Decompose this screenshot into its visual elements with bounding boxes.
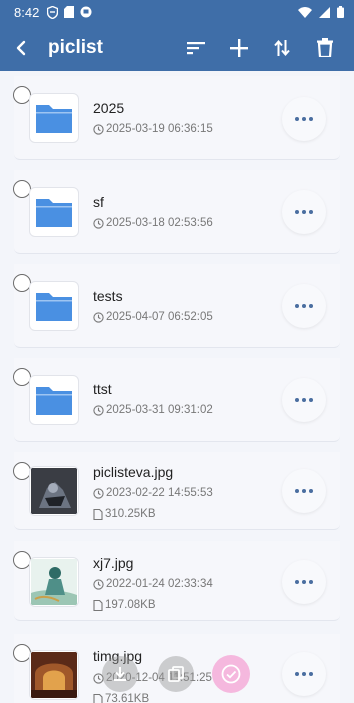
- signal-icon: [319, 6, 330, 18]
- more-options-button[interactable]: [282, 190, 326, 234]
- sort-button[interactable]: [174, 24, 217, 71]
- robot-image: [31, 468, 77, 514]
- file-size: 73.61KB: [93, 693, 149, 703]
- app-bar: piclist: [0, 24, 354, 71]
- folder-icon: [36, 105, 72, 133]
- file-size-text: 197.08KB: [105, 599, 156, 611]
- folder-thumbnail: [29, 281, 79, 331]
- file-date-text: 2023-02-22 14:55:53: [106, 487, 213, 499]
- download-icon: [114, 667, 126, 681]
- folder-icon: [36, 387, 72, 415]
- file-size: 197.08KB: [93, 599, 156, 611]
- image-thumbnail: [29, 650, 79, 700]
- copy-fab[interactable]: [158, 656, 194, 692]
- arch-image: [31, 652, 77, 698]
- clock-icon: [93, 123, 104, 135]
- status-time: 8:42: [14, 4, 40, 20]
- file-date-text: 2025-03-19 06:36:15: [106, 123, 213, 135]
- file-date: 2025-03-31 09:31:02: [93, 404, 213, 416]
- file-icon: [93, 599, 103, 611]
- clock-icon: [93, 217, 104, 229]
- trash-icon: [316, 38, 333, 57]
- more-options-button[interactable]: [282, 284, 326, 328]
- swap-order-button[interactable]: [260, 24, 303, 71]
- vpn-shield-icon: [47, 5, 59, 19]
- list-item[interactable]: xj7.jpg 2022-01-24 02:33:34 197.08KB: [13, 541, 340, 621]
- folder-thumbnail: [29, 187, 79, 237]
- anime-image: [31, 559, 77, 605]
- more-dots-icon: [295, 398, 299, 402]
- file-name: piclisteva.jpg: [93, 464, 174, 480]
- file-date-text: 2025-04-07 06:52:05: [106, 311, 213, 323]
- folder-icon: [36, 293, 72, 321]
- swap-vert-icon: [273, 39, 290, 56]
- file-size: 310.25KB: [93, 508, 156, 520]
- file-date: 2022-01-24 02:33:34: [93, 578, 213, 590]
- file-icon: [93, 508, 103, 520]
- file-date: 2025-03-19 06:36:15: [93, 123, 213, 135]
- list-item[interactable]: sf 2025-03-18 02:53:56: [13, 170, 340, 254]
- page-title: piclist: [48, 36, 103, 58]
- clock-icon: [93, 578, 104, 590]
- clock-icon: [93, 487, 104, 499]
- select-all-fab[interactable]: [212, 655, 250, 693]
- sort-icon: [186, 41, 205, 54]
- file-date-text: 2025-03-18 02:53:56: [106, 217, 213, 229]
- file-icon: [93, 693, 103, 703]
- battery-icon: [337, 6, 344, 18]
- image-thumbnail: [29, 557, 79, 607]
- file-name: tests: [93, 288, 123, 304]
- more-options-button[interactable]: [282, 378, 326, 422]
- file-date: 2025-03-18 02:53:56: [93, 217, 213, 229]
- delete-button[interactable]: [303, 24, 346, 71]
- file-name: sf: [93, 194, 104, 210]
- more-dots-icon: [295, 489, 299, 493]
- add-button[interactable]: [217, 24, 260, 71]
- folder-thumbnail: [29, 375, 79, 425]
- more-options-button[interactable]: [282, 97, 326, 141]
- more-options-button[interactable]: [282, 560, 326, 604]
- image-thumbnail: [29, 466, 79, 516]
- more-options-button[interactable]: [282, 469, 326, 513]
- list-item[interactable]: tests 2025-04-07 06:52:05: [13, 264, 340, 348]
- check-circle-icon: [221, 664, 241, 684]
- file-name: xj7.jpg: [93, 555, 134, 571]
- more-dots-icon: [295, 210, 299, 214]
- more-dots-icon: [295, 580, 299, 584]
- file-date: 2023-02-22 14:55:53: [93, 487, 213, 499]
- list-item[interactable]: piclisteva.jpg 2023-02-22 14:55:53 310.2…: [13, 452, 340, 530]
- sd-card-icon: [64, 6, 75, 18]
- download-fab[interactable]: [102, 656, 138, 692]
- back-button[interactable]: [0, 24, 42, 71]
- list-item[interactable]: ttst 2025-03-31 09:31:02: [13, 358, 340, 442]
- file-name: ttst: [93, 381, 112, 397]
- status-bar: 8:42: [0, 0, 354, 24]
- plus-icon: [229, 38, 248, 57]
- file-size-text: 310.25KB: [105, 508, 156, 520]
- more-options-button[interactable]: [282, 652, 326, 696]
- more-dots-icon: [295, 304, 299, 308]
- folder-thumbnail: [29, 93, 79, 143]
- media-icon: [80, 6, 92, 18]
- arrow-back-icon: [16, 40, 26, 55]
- clock-icon: [93, 311, 104, 323]
- more-dots-icon: [295, 672, 299, 676]
- list-item[interactable]: 2025 2025-03-19 06:36:15: [13, 76, 340, 160]
- file-date-text: 2025-03-31 09:31:02: [106, 404, 213, 416]
- file-date: 2025-04-07 06:52:05: [93, 311, 213, 323]
- file-name: 2025: [93, 100, 125, 116]
- folder-icon: [36, 199, 72, 227]
- file-size-text: 73.61KB: [105, 693, 150, 703]
- wifi-icon: [298, 6, 312, 18]
- clock-icon: [93, 404, 104, 416]
- more-dots-icon: [295, 117, 299, 121]
- file-date-text: 2022-01-24 02:33:34: [106, 578, 213, 590]
- copy-icon: [168, 666, 184, 682]
